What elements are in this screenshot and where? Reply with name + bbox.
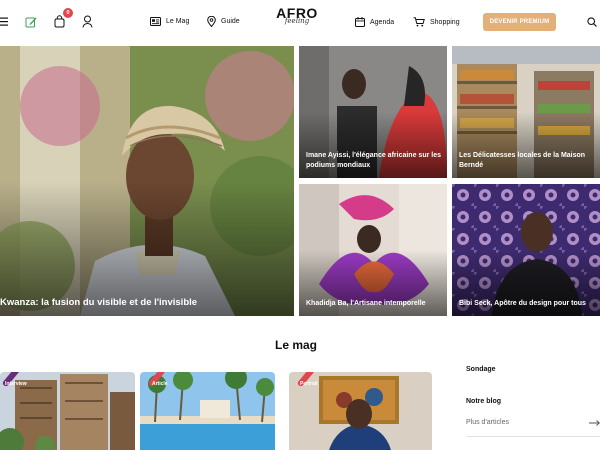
- article-category-tag: Portrait: [300, 381, 318, 387]
- hero-feature-title: Kwanza: la fusion du visible et de l'inv…: [0, 297, 198, 308]
- search-icon[interactable]: [587, 17, 597, 27]
- location-icon: [207, 16, 216, 27]
- hero-feature-overlay: [0, 181, 294, 316]
- menu-icon[interactable]: [0, 17, 8, 26]
- cart-icon: [413, 17, 425, 27]
- arrow-right-icon[interactable]: [589, 420, 600, 426]
- plus-articles-link[interactable]: Plus d'articles: [466, 419, 509, 426]
- article-category-tag: Article: [152, 381, 168, 387]
- notre-blog-heading: Notre blog: [466, 398, 501, 405]
- nav-shopping-label: Shopping: [430, 18, 460, 26]
- cart-count-badge: 0: [63, 8, 73, 18]
- nav-le-mag[interactable]: Le Mag: [150, 17, 189, 26]
- magazine-icon: [150, 17, 161, 26]
- nav-agenda-label: Agenda: [370, 18, 395, 26]
- hero-feature-card[interactable]: Kwanza: la fusion du visible et de l'inv…: [0, 46, 294, 316]
- nav-guide-label: Guide: [221, 18, 240, 25]
- site-header: 0 Le Mag Guide AFRO feeling Agenda Shopp…: [0, 0, 600, 44]
- become-premium-button[interactable]: DEVENIR PREMIUM: [483, 13, 556, 31]
- nav-agenda[interactable]: Agenda: [355, 17, 394, 27]
- hero-card-imane-ayissi[interactable]: Imane Ayissi, l'élégance africaine sur l…: [299, 46, 447, 178]
- hero-card-title: Imane Ayissi, l'élégance africaine sur l…: [306, 152, 441, 169]
- user-icon[interactable]: [82, 15, 93, 28]
- hero-card-maison-bernde[interactable]: Les Délicatesses locales de la Maison Be…: [452, 46, 600, 178]
- sondage-heading: Sondage: [466, 366, 496, 373]
- site-logo[interactable]: AFRO feeling: [275, 6, 319, 36]
- hero-card-title: Les Délicatesses locales de la Maison Be…: [459, 152, 586, 169]
- hero-card-bibi-seck[interactable]: Bibi Seck, Apôtre du design pour tous: [452, 184, 600, 316]
- hero-card-khadidja-ba[interactable]: Khadidja Ba, l'Artisane intemporelle: [299, 184, 447, 316]
- nav-le-mag-label: Le Mag: [166, 18, 190, 25]
- sidebar-divider: [466, 436, 600, 437]
- mag-article-card[interactable]: Interview: [0, 372, 135, 450]
- mag-article-card[interactable]: Article: [140, 372, 275, 450]
- hero-card-title: Bibi Seck, Apôtre du design pour tous: [459, 299, 586, 307]
- edit-icon[interactable]: [25, 16, 37, 28]
- le-mag-heading: Le mag: [274, 338, 317, 352]
- calendar-icon: [355, 17, 365, 27]
- mag-article-card[interactable]: Portrait: [289, 372, 432, 450]
- nav-guide[interactable]: Guide: [207, 16, 240, 27]
- article-category-tag: Interview: [5, 381, 27, 387]
- bag-icon[interactable]: [54, 15, 65, 28]
- hero-card-title: Khadidja Ba, l'Artisane intemporelle: [306, 299, 426, 307]
- nav-shopping[interactable]: Shopping: [413, 17, 460, 27]
